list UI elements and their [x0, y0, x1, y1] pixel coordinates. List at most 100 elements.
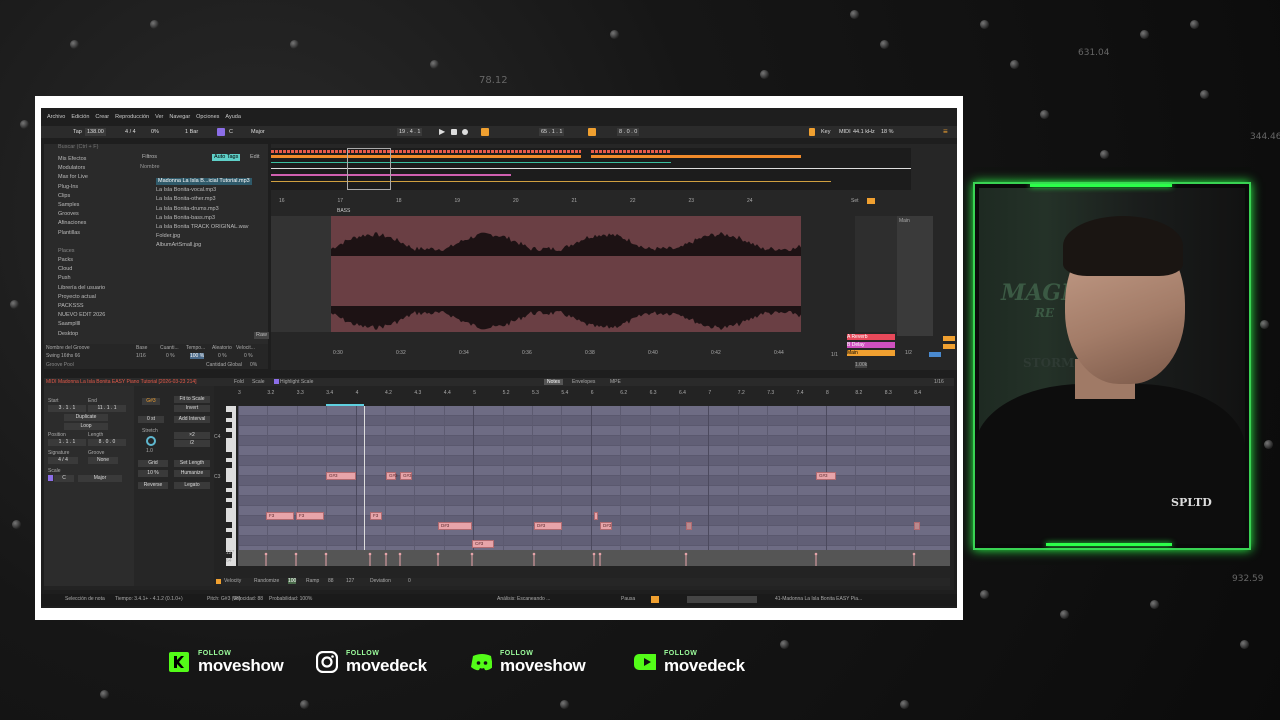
- midi-note[interactable]: [914, 522, 920, 530]
- velocity-fold-icon[interactable]: [216, 579, 221, 584]
- loop-button[interactable]: Loop: [64, 423, 108, 430]
- groove-select[interactable]: None: [88, 457, 118, 464]
- velocity-handle[interactable]: [264, 552, 268, 556]
- midi-note[interactable]: F3: [266, 512, 294, 520]
- humanize-button[interactable]: Humanize: [174, 470, 210, 477]
- overview-strip[interactable]: [271, 148, 911, 190]
- transpose-field[interactable]: 0 st: [138, 416, 164, 423]
- legato-button[interactable]: Legato: [174, 482, 210, 489]
- grid-select[interactable]: Grid: [138, 460, 168, 467]
- highlight-checkbox[interactable]: [274, 379, 279, 384]
- bar-ruler[interactable]: 16 17 18 19 20 21 22 23 24: [271, 198, 911, 206]
- signature-field[interactable]: 4 / 4: [123, 128, 138, 136]
- deviation-value[interactable]: 0: [408, 578, 411, 584]
- overdub-icon[interactable]: [481, 128, 489, 136]
- velocity-handle[interactable]: [684, 552, 688, 556]
- edit-button[interactable]: Edit: [250, 154, 259, 161]
- humanize-amount[interactable]: 10 %: [138, 470, 168, 477]
- status-warning-icon[interactable]: [651, 596, 659, 603]
- fit-to-scale-button[interactable]: Fit to Scale: [174, 396, 210, 403]
- black-key[interactable]: [226, 422, 232, 428]
- black-key[interactable]: [226, 432, 232, 438]
- arrange-orange-button[interactable]: [867, 198, 875, 204]
- menu-icon[interactable]: ≡: [943, 128, 951, 136]
- scale-mode-select[interactable]: Major: [78, 475, 122, 482]
- ramp-end[interactable]: 127: [346, 578, 354, 584]
- record-icon[interactable]: [462, 129, 468, 135]
- midi-note[interactable]: G#3: [400, 472, 412, 480]
- highlight-scale[interactable]: Highlight Scale: [280, 379, 313, 385]
- browser-file[interactable]: Madonna La Isla B...icial Tutorial.mp3: [156, 178, 252, 185]
- key-map-icon[interactable]: [809, 128, 815, 136]
- browser-file[interactable]: La Isla Bonita-bass.mp3: [156, 215, 215, 222]
- raw-button[interactable]: Raw: [254, 332, 270, 339]
- midi-note[interactable]: G#3: [816, 472, 836, 480]
- velocity-handle[interactable]: [592, 552, 596, 556]
- pause-button[interactable]: Pausa: [621, 596, 635, 602]
- social-instagram[interactable]: FOLLOW movedeck: [316, 647, 427, 677]
- signature-field[interactable]: 4 / 4: [48, 457, 78, 464]
- main-output[interactable]: Main: [847, 350, 895, 356]
- groove-row-base[interactable]: 1/16: [136, 353, 146, 359]
- groove-row-tempo[interactable]: 100 %: [190, 353, 205, 359]
- browser-category[interactable]: Mis Efectos: [58, 156, 86, 163]
- browser-place[interactable]: Cloud: [58, 266, 72, 273]
- menu-reproduccion[interactable]: Reproducción: [115, 114, 149, 124]
- browser-category[interactable]: Clips: [58, 193, 70, 200]
- groove-row-name[interactable]: Swing 16ths 66: [46, 353, 80, 359]
- loop-length[interactable]: 8 . 0 . 0: [617, 128, 640, 136]
- groove-row-random[interactable]: 0 %: [218, 353, 227, 359]
- key-select[interactable]: C: [227, 128, 235, 136]
- browser-place[interactable]: PACKSSS: [58, 303, 84, 310]
- key-map-button[interactable]: Key: [819, 128, 832, 136]
- velocity-lane[interactable]: [238, 550, 950, 566]
- scale-toggle[interactable]: Scale: [252, 379, 265, 385]
- browser-category[interactable]: Grooves: [58, 211, 79, 218]
- midi-note[interactable]: [686, 522, 692, 530]
- groove-row-velocity[interactable]: 0 %: [244, 353, 253, 359]
- filter-button[interactable]: Filtros: [142, 154, 157, 161]
- black-key[interactable]: [226, 532, 232, 538]
- scale-key-select[interactable]: C: [54, 475, 74, 482]
- audio-clip[interactable]: [331, 216, 801, 332]
- send-b-delay[interactable]: B Delay: [847, 342, 895, 348]
- half-ratio[interactable]: 1/2: [905, 350, 912, 356]
- social-youtube[interactable]: FOLLOW movedeck: [634, 647, 745, 677]
- volume-value[interactable]: 1.00k: [855, 362, 868, 368]
- grid-value[interactable]: 1/16: [934, 379, 944, 385]
- note-grid[interactable]: G#3 G#3 G#3 G#3 F3 F3 F3 D#3 D#3 D#3 C#3: [238, 404, 950, 566]
- black-key[interactable]: [226, 412, 232, 418]
- menu-navegar[interactable]: Navegar: [169, 114, 190, 124]
- velocity-handle[interactable]: [436, 552, 440, 556]
- black-key[interactable]: [226, 492, 232, 498]
- stretch-knob[interactable]: [146, 436, 156, 446]
- beat-ruler[interactable]: 3 3.2 3.3 3.4 4 4.2 4.3 4.4 5 5.2 5.3 5.4 6 6.2 6.3 6.4…: [238, 390, 950, 398]
- velocity-handle[interactable]: [814, 552, 818, 556]
- volume-meter[interactable]: [929, 352, 941, 357]
- tap-button[interactable]: Tap: [71, 128, 84, 136]
- browser-file[interactable]: AlbumArtSmall.jpg: [156, 242, 201, 249]
- ramp-button[interactable]: Ramp: [306, 578, 319, 584]
- randomize-button[interactable]: Randomize: [254, 578, 279, 584]
- half-button[interactable]: /2: [174, 440, 210, 447]
- browser-file[interactable]: La Isla Bonita-other.mp3: [156, 196, 216, 203]
- menu-crear[interactable]: Crear: [95, 114, 109, 124]
- piano-keyboard[interactable]: [226, 406, 236, 566]
- velocity-handle[interactable]: [532, 552, 536, 556]
- auto-tags-button[interactable]: Auto Tags: [212, 154, 241, 161]
- velocity-handle[interactable]: [384, 552, 388, 556]
- velocity-handle[interactable]: [294, 552, 298, 556]
- browser-place[interactable]: Librería del usuario: [58, 285, 105, 292]
- social-discord[interactable]: FOLLOW moveshow: [470, 647, 586, 677]
- tempo-field[interactable]: 138.00: [85, 128, 106, 136]
- play-icon[interactable]: ▶: [439, 128, 447, 136]
- double-button[interactable]: ×2: [174, 432, 210, 439]
- song-position[interactable]: 19 . 4 . 1: [397, 128, 423, 136]
- fold-button[interactable]: Fold: [234, 379, 244, 385]
- browser-category[interactable]: Afinaciones: [58, 220, 86, 227]
- browser-category[interactable]: Plantillas: [58, 230, 80, 237]
- midi-note[interactable]: F3: [370, 512, 382, 520]
- black-key[interactable]: [226, 452, 232, 458]
- velocity-handle[interactable]: [470, 552, 474, 556]
- reverse-button[interactable]: Reverse: [138, 482, 168, 489]
